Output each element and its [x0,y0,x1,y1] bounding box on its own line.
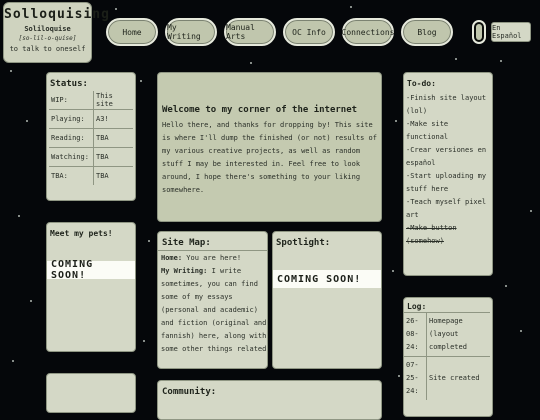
theme-toggle[interactable] [472,20,486,44]
todo-item: -Start uploading my stuff here [406,172,487,193]
sitemap-title: Site Map: [162,238,211,248]
todo-list: -Finish site layout (lol) -Make site fun… [406,92,492,248]
spotlight-panel: Spotlight: COMING SOON! [272,231,382,369]
status-row: Watching: TBA [49,147,133,167]
nav-oc-info-button[interactable]: OC Info [283,18,335,46]
todo-title: To-do: [407,79,436,88]
spotlight-title: Spotlight: [276,238,331,248]
nav-home-button[interactable]: Home [106,18,158,46]
log-row: 07-25-24: Site created [404,356,490,400]
log-text: Site created [426,356,490,400]
pets-panel: Meet my pets! COMING SOON! [46,222,136,352]
log-panel: Log: 26-08-24: Homepage (layout complete… [403,297,493,417]
todo-panel: To-do: -Finish site layout (lol) -Make s… [403,72,493,276]
community-title: Community: [162,387,217,397]
sitemap-panel: Site Map: Home: You are here! My Writing… [157,231,268,369]
nav-manual-arts-button[interactable]: Manual Arts [224,18,276,46]
left-bottom-panel [46,373,136,413]
logo-subtitle: Soliloquise [24,25,71,33]
status-row: Reading: TBA [49,128,133,148]
spotlight-coming-soon: COMING SOON! [273,270,381,288]
welcome-body: Hello there, and thanks for dropping by!… [162,121,377,194]
status-title: Status: [50,79,88,89]
todo-item: -Crear versiones en español [406,146,487,167]
status-row: Playing: A3! [49,109,133,129]
nav-my-writing-button[interactable]: My Writing [165,18,217,46]
sitemap-body: Home: You are here! My Writing: I write … [161,252,267,356]
language-button[interactable]: En Español [491,22,531,42]
status-panel: Status: WIP: This site Playing: A3! Readin… [46,72,136,201]
todo-item: -Finish site layout (lol) [406,94,487,115]
sitemap-divider [158,250,267,251]
logo-definition: to talk to oneself [9,45,86,53]
status-row: WIP: This site [49,91,113,110]
sitemap-home-label: Home: [161,254,183,262]
site-logo[interactable]: Solloquising Soliloquise [so-lil-o-quise… [3,2,110,63]
log-text: Homepage (layout completed [426,312,490,357]
pets-title: Meet my pets! [50,229,113,238]
todo-item: -Teach myself pixel art [406,198,487,219]
log-title: Log: [407,302,427,311]
toggle-knob [476,24,482,40]
welcome-panel: Welcome to my corner of the internet Hel… [157,72,382,222]
welcome-title: Welcome to my corner of the internet [162,105,358,115]
log-date: 07-25-24: [404,356,427,400]
todo-item: -Make site functional [406,120,449,141]
log-row: 26-08-24: Homepage (layout completed [404,312,490,357]
nav-blog-button[interactable]: Blog [401,18,453,46]
logo-wordmark: Solloquising [4,7,110,22]
nav-connections-button[interactable]: Connections [342,18,395,46]
sitemap-home-text: You are here! [182,254,242,262]
status-row: TBA: TBA [49,166,133,185]
community-panel: Community: [157,380,382,420]
log-table: 26-08-24: Homepage (layout completed 07-… [404,312,490,400]
sitemap-writing-text: I write sometimes, you can find some of … [161,267,267,353]
log-date: 26-08-24: [404,312,427,357]
status-table: WIP: This site Playing: A3! Reading: TBA Wa… [49,91,133,185]
sitemap-writing-label[interactable]: My Writing: [161,267,207,275]
todo-item-done: -Make button (somehow) [406,224,457,245]
pets-coming-soon: COMING SOON! [47,259,135,281]
logo-phonetic: [so-lil-o-quise] [18,35,77,42]
